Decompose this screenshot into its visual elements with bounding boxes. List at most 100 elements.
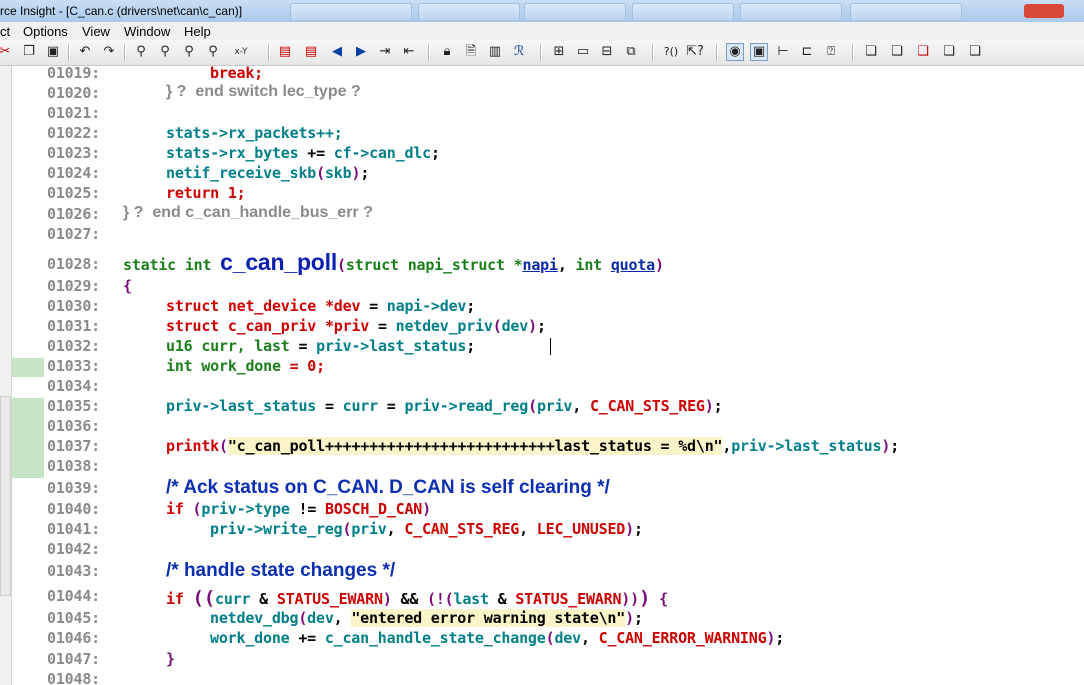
background-taskbar-tab (850, 3, 962, 21)
line-number: 01031: (47, 317, 100, 335)
line-number: 01036: (47, 417, 100, 435)
line-number: 01043: (47, 562, 100, 580)
code-line: if (priv->type != BOSCH_D_CAN) (166, 500, 431, 518)
jump-icon[interactable]: ⇥ (376, 43, 394, 61)
code-line: work_done += c_can_handle_state_change(d… (210, 629, 785, 647)
line-number: 01044: (47, 587, 100, 605)
line-number: 01027: (47, 225, 100, 243)
window-icon[interactable]: ▣ (750, 43, 768, 61)
code-line: } (166, 650, 175, 668)
code-editor[interactable]: 01019: 01020: 01021: 01022: 01023: 01024… (0, 66, 1084, 685)
line-number: 01040: (47, 500, 100, 518)
undo-icon[interactable]: ↶ (76, 43, 94, 61)
find-icon[interactable]: ⚲ (132, 43, 150, 61)
text-caret (550, 338, 551, 355)
code-line: priv->write_reg(priv, C_CAN_STS_REG, LEC… (210, 520, 643, 538)
line-number: 01030: (47, 297, 100, 315)
symbol-icon[interactable]: ?() (662, 43, 680, 61)
window-title: rce Insight - [C_can.c (drivers\net\can\… (0, 4, 243, 18)
layout1-icon[interactable]: ⊞ (550, 43, 568, 61)
graph-icon[interactable]: ⊏ (798, 43, 816, 61)
code-line: netif_receive_skb(skb); (166, 164, 370, 182)
bookmark-icon[interactable]: ▤ (276, 43, 294, 61)
project3-icon[interactable]: ❏ (914, 43, 932, 61)
project5-icon[interactable]: ❏ (966, 43, 984, 61)
view-toggle-icon[interactable]: ◉ (726, 43, 744, 61)
redo-icon[interactable]: ↷ (100, 43, 118, 61)
layout3-icon[interactable]: ⊟ (598, 43, 616, 61)
code-line-comment: } ? end switch lec_type ? (166, 83, 361, 100)
line-number: 01037: (47, 437, 100, 455)
line-number: 01026: (47, 205, 100, 223)
background-taskbar-tab (290, 3, 412, 21)
find-next-icon[interactable]: ⚲ (180, 43, 198, 61)
tree-icon[interactable]: ⊢ (774, 43, 792, 61)
forward-icon[interactable]: ▶ (352, 43, 370, 61)
line-number: 01020: (47, 84, 100, 102)
line-number: 01028: (47, 255, 100, 273)
title-bar: rce Insight - [C_can.c (drivers\net\can\… (0, 0, 1084, 23)
code-line-comment: } ? end c_can_handle_bus_err ? (123, 204, 373, 221)
close-window-button[interactable] (1024, 4, 1064, 18)
line-number: 01046: (47, 629, 100, 647)
code-line: struct c_can_priv *priv = netdev_priv(de… (166, 317, 546, 335)
toolbar: ✂ ❐ ▣ ↶ ↷ ⚲ ⚲ ⚲ ⚲ x-Y ▤ ▤ ◀ ▶ ⇥ ⇤ 🔒︎ 🗎︎ … (0, 40, 1084, 66)
code-comment: /* handle state changes */ (166, 560, 396, 581)
line-number: 01019: (47, 66, 100, 82)
code-line: int work_done = 0; (166, 357, 325, 375)
back-icon[interactable]: ◀ (328, 43, 346, 61)
copy-icon[interactable]: ❐ (20, 43, 38, 61)
code-line: printk("c_can_poll++++++++++++++++++++++… (166, 437, 900, 455)
relation-icon[interactable]: ℛ (510, 43, 528, 61)
line-number: 01042: (47, 540, 100, 558)
menu-options[interactable]: Options (23, 24, 68, 39)
book-icon[interactable]: ▥ (486, 43, 504, 61)
code-line: netdev_dbg(dev, "entered error warning s… (210, 609, 643, 627)
bookmark-list-icon[interactable]: ▤ (302, 43, 320, 61)
background-taskbar-tab (632, 3, 734, 21)
code-line: stats->rx_bytes += cf->can_dlc; (166, 144, 440, 162)
close-icon[interactable]: x-Y (232, 43, 250, 61)
line-number: 01034: (47, 377, 100, 395)
line-number: 01035: (47, 397, 100, 415)
function-signature: static int c_can_poll(struct napi_struct… (123, 249, 664, 275)
menu-bar: ct Options View Window Help (0, 22, 1084, 40)
background-taskbar-tab (418, 3, 520, 21)
line-number: 01029: (47, 277, 100, 295)
line-number: 01033: (47, 357, 100, 375)
info-icon[interactable]: ⍰ (822, 43, 840, 61)
code-line: { (123, 277, 132, 295)
menu-window[interactable]: Window (124, 24, 170, 39)
line-number: 01047: (47, 650, 100, 668)
background-taskbar-tab (740, 3, 842, 21)
code-comment: /* Ack status on C_CAN. D_CAN is self cl… (166, 477, 610, 498)
menu-view[interactable]: View (82, 24, 110, 39)
jump-list-icon[interactable]: ⇤ (400, 43, 418, 61)
paste-icon[interactable]: ▣ (44, 43, 62, 61)
line-number: 01048: (47, 670, 100, 685)
menu-help[interactable]: Help (184, 24, 211, 39)
line-number: 01039: (47, 479, 100, 497)
line-number: 01024: (47, 164, 100, 182)
line-number: 01021: (47, 104, 100, 122)
code-line: u16 curr, last = priv->last_status; (166, 337, 476, 355)
code-line: stats->rx_packets++; (166, 124, 343, 142)
code-line: struct net_device *dev = napi->dev; (166, 297, 476, 315)
background-taskbar-tab (524, 3, 626, 21)
project2-icon[interactable]: ❏ (888, 43, 906, 61)
file-icon[interactable]: 🗎︎ (462, 43, 480, 61)
project1-icon[interactable]: ❏ (862, 43, 880, 61)
menu-project[interactable]: ct (0, 24, 10, 39)
layout4-icon[interactable]: ⧉ (622, 43, 640, 61)
project4-icon[interactable]: ❏ (940, 43, 958, 61)
lock-icon[interactable]: 🔒︎ (438, 43, 456, 61)
help-cursor-icon[interactable]: ⇱? (686, 43, 704, 61)
code-line: break; (210, 66, 263, 82)
replace-icon[interactable]: ⚲ (204, 43, 222, 61)
find-prev-icon[interactable]: ⚲ (156, 43, 174, 61)
cut-icon[interactable]: ✂ (0, 43, 14, 61)
layout2-icon[interactable]: ▭ (574, 43, 592, 61)
line-number: 01022: (47, 124, 100, 142)
line-number: 01032: (47, 337, 100, 355)
code-line: if ((curr & STATUS_EWARN) && (!(last & S… (166, 587, 668, 609)
